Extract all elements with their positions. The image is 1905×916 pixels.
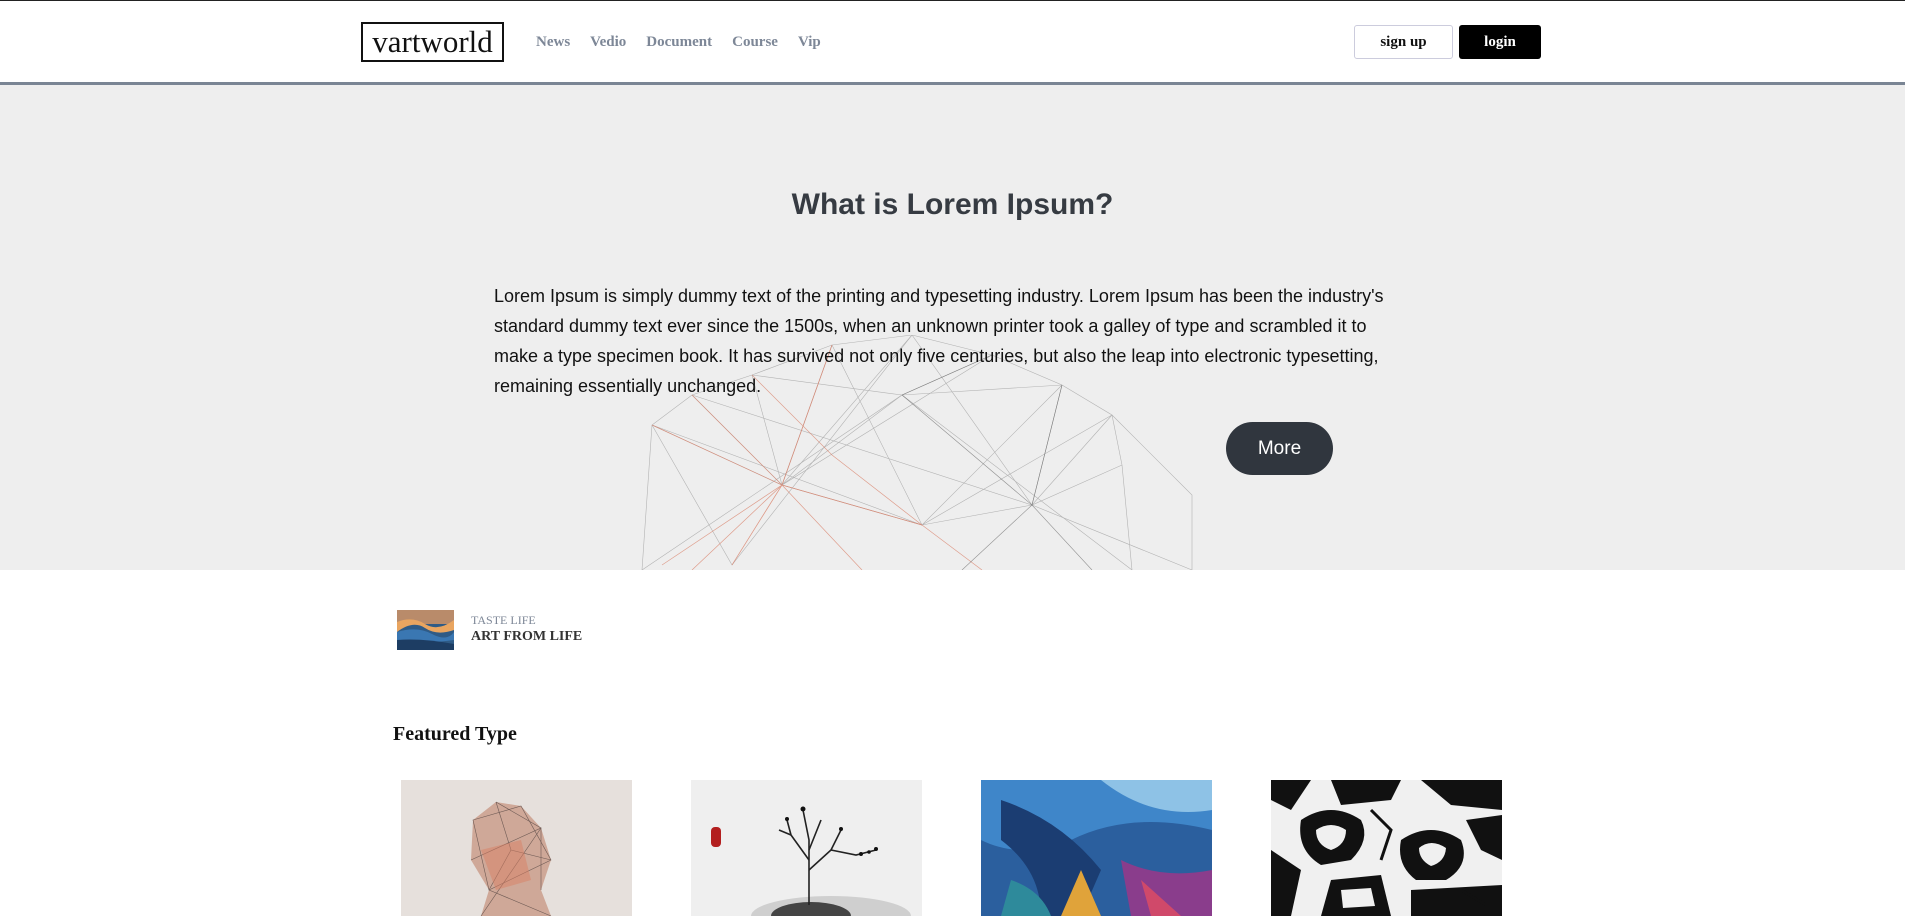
featured-card-ink-tree[interactable]: [691, 780, 922, 916]
more-button[interactable]: More: [1226, 422, 1333, 475]
nav-news[interactable]: News: [536, 34, 570, 51]
hero-description: Lorem Ipsum is simply dummy text of the …: [494, 286, 1384, 396]
featured-card-woodcut[interactable]: [1271, 780, 1502, 916]
hero-banner: What is Lorem Ipsum? Lorem Ipsum is simp…: [0, 85, 1905, 570]
login-button[interactable]: login: [1459, 25, 1541, 59]
nav-vip[interactable]: Vip: [798, 34, 821, 51]
site-header: vartworld News Vedio Document Course Vip…: [0, 1, 1905, 83]
nav-document[interactable]: Document: [646, 34, 712, 51]
site-logo[interactable]: vartworld: [361, 22, 504, 62]
featured-card-sculpture[interactable]: [401, 780, 632, 916]
taste-life-kicker: TASTE LIFE: [471, 613, 536, 627]
featured-type-heading: Featured Type: [393, 723, 517, 745]
ink-tree-artwork-image: [691, 780, 922, 916]
art-from-life-title[interactable]: ART FROM LIFE: [471, 629, 582, 645]
woodcut-artwork-image: [1271, 780, 1502, 916]
oil-painting-artwork-image: [981, 780, 1212, 916]
nav-vedio[interactable]: Vedio: [590, 34, 626, 51]
main-nav: News Vedio Document Course Vip: [536, 34, 841, 51]
hero-title: What is Lorem Ipsum?: [791, 188, 1114, 221]
nav-course[interactable]: Course: [732, 34, 778, 51]
taste-life-thumbnail-image[interactable]: [397, 610, 454, 650]
featured-card-oil-painting[interactable]: [981, 780, 1212, 916]
sculpture-artwork-image: [401, 780, 632, 916]
sign-up-button[interactable]: sign up: [1354, 25, 1453, 59]
